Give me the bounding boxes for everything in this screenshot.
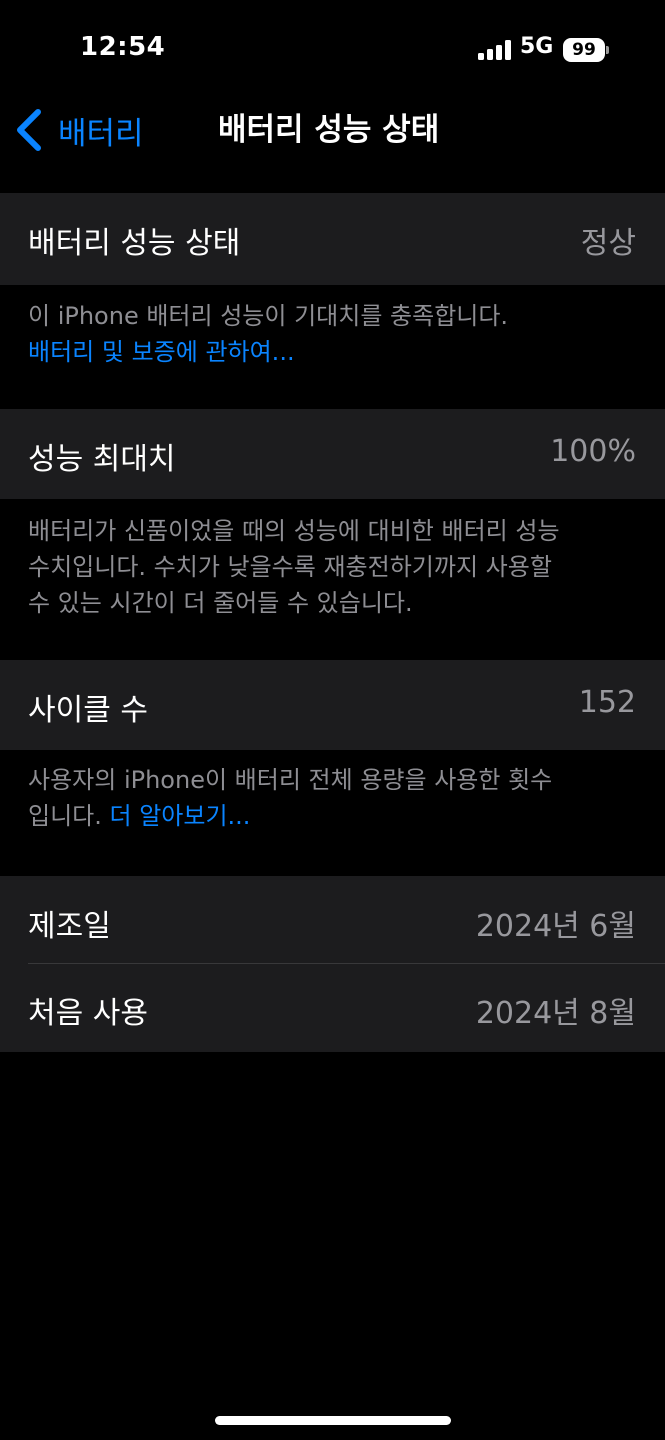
- maximum-capacity-row: 성능 최대치 100%: [0, 409, 665, 499]
- maximum-capacity-description-line-1: 배터리가 신품이었을 때의 성능에 대비한 배터리 성능: [28, 517, 560, 545]
- learn-more-link[interactable]: 더 알아보기...: [110, 802, 251, 830]
- network-type: 5G: [520, 34, 554, 59]
- dates-group: 제조일 2024년 6월 처음 사용 2024년 8월: [0, 876, 665, 1052]
- cycle-count-description-line-1: 사용자의 iPhone이 배터리 전체 용량을 사용한 횟수: [28, 766, 553, 794]
- cycle-count-description-line-2: 입니다. 더 알아보기...: [28, 798, 628, 834]
- status-bar: 12:54 5G 99: [0, 0, 665, 100]
- cycle-count-label: 사이클 수: [28, 693, 148, 728]
- battery-health-value: 정상: [580, 226, 636, 261]
- cycle-count-description-prefix: 입니다.: [28, 802, 102, 830]
- home-indicator[interactable]: [215, 1416, 451, 1425]
- maximum-capacity-description-line-3: 수 있는 시간이 더 줄어들 수 있습니다.: [28, 589, 413, 617]
- battery-warranty-link[interactable]: 배터리 및 보증에 관하여...: [28, 334, 628, 370]
- back-label: 배터리: [58, 115, 144, 152]
- chevron-left-icon: [17, 109, 41, 151]
- manufacture-date-label: 제조일: [28, 909, 111, 944]
- maximum-capacity-footer: 배터리가 신품이었을 때의 성능에 대비한 배터리 성능 수치입니다. 수치가 …: [28, 513, 628, 621]
- battery-health-footer: 이 iPhone 배터리 성능이 기대치를 충족합니다. 배터리 및 보증에 관…: [28, 298, 628, 370]
- first-use-value: 2024년 8월: [475, 996, 636, 1031]
- maximum-capacity-label: 성능 최대치: [28, 442, 176, 477]
- row-separator: [28, 963, 665, 964]
- back-button[interactable]: 배터리: [14, 106, 144, 154]
- maximum-capacity-description-line-2: 수치입니다. 수치가 낮을수록 재충전하기까지 사용할: [28, 553, 552, 581]
- navigation-bar: 배터리 배터리 성능 상태: [0, 100, 665, 160]
- status-time: 12:54: [80, 32, 166, 62]
- page-title: 배터리 성능 상태: [218, 112, 440, 148]
- battery-health-description: 이 iPhone 배터리 성능이 기대치를 충족합니다.: [28, 302, 509, 330]
- cycle-count-row: 사이클 수 152: [0, 660, 665, 750]
- maximum-capacity-value: 100%: [550, 434, 636, 469]
- first-use-label: 처음 사용: [28, 996, 148, 1031]
- battery-icon: 99: [563, 38, 605, 62]
- battery-nub: [606, 46, 609, 54]
- cycle-count-footer: 사용자의 iPhone이 배터리 전체 용량을 사용한 횟수 입니다. 더 알아…: [28, 762, 628, 834]
- cycle-count-value: 152: [578, 685, 636, 720]
- cellular-signal-icon: [478, 40, 512, 60]
- battery-health-label: 배터리 성능 상태: [28, 226, 241, 261]
- battery-health-row: 배터리 성능 상태 정상: [0, 193, 665, 285]
- manufacture-date-value: 2024년 6월: [475, 909, 636, 944]
